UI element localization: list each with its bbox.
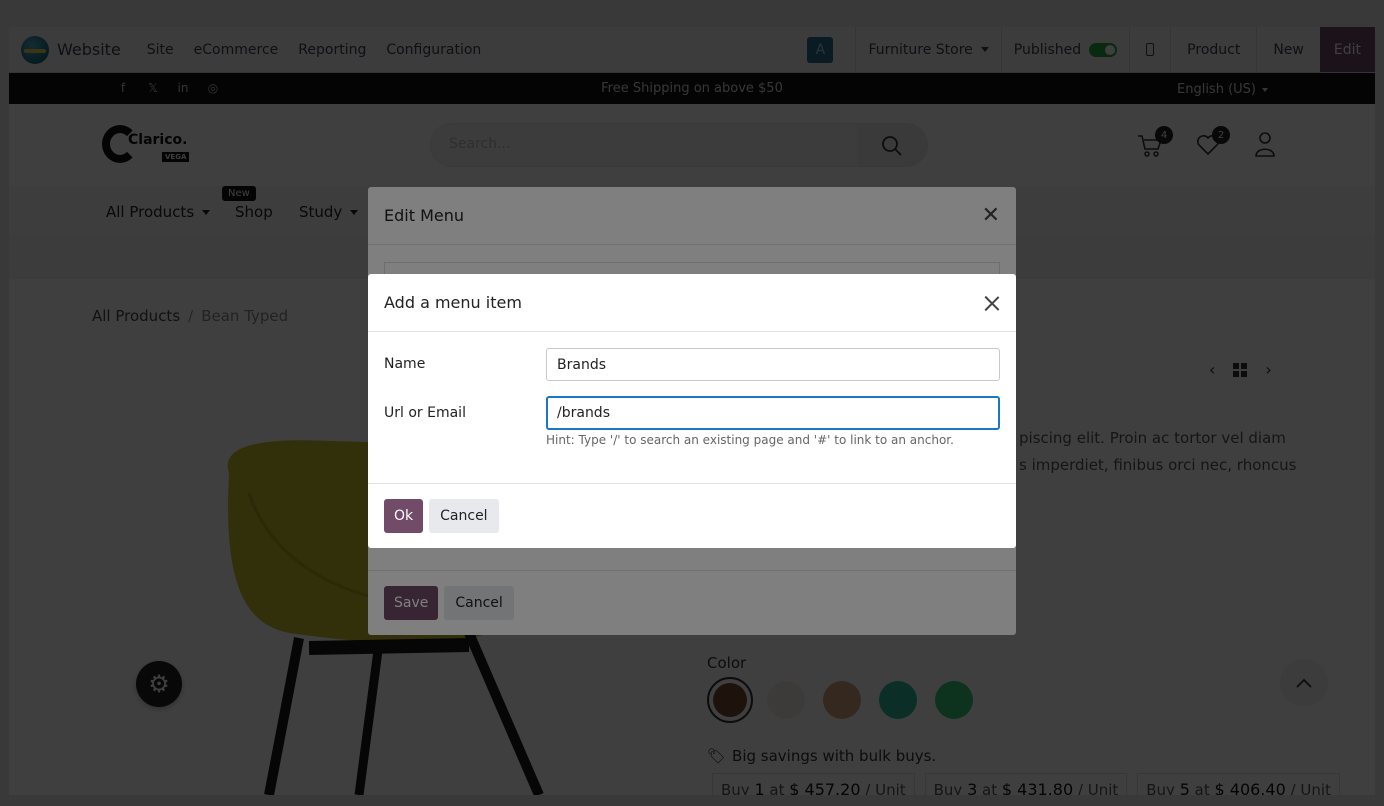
cancel-button[interactable]: Cancel	[429, 499, 499, 533]
dialog-header: Add a menu item	[368, 274, 1016, 332]
name-label: Name	[384, 356, 426, 372]
ok-button[interactable]: Ok	[384, 499, 424, 533]
dialog-title: Add a menu item	[384, 293, 522, 312]
url-hint: Hint: Type '/' to search an existing pag…	[546, 433, 954, 447]
url-label: Url or Email	[384, 405, 466, 421]
name-input[interactable]	[546, 348, 1000, 381]
close-icon[interactable]	[984, 295, 1000, 311]
add-menu-item-dialog: Add a menu item Name Url or Email Hint: …	[368, 274, 1016, 548]
url-input[interactable]	[546, 396, 1000, 430]
dialog-footer: Ok Cancel	[368, 483, 1016, 548]
